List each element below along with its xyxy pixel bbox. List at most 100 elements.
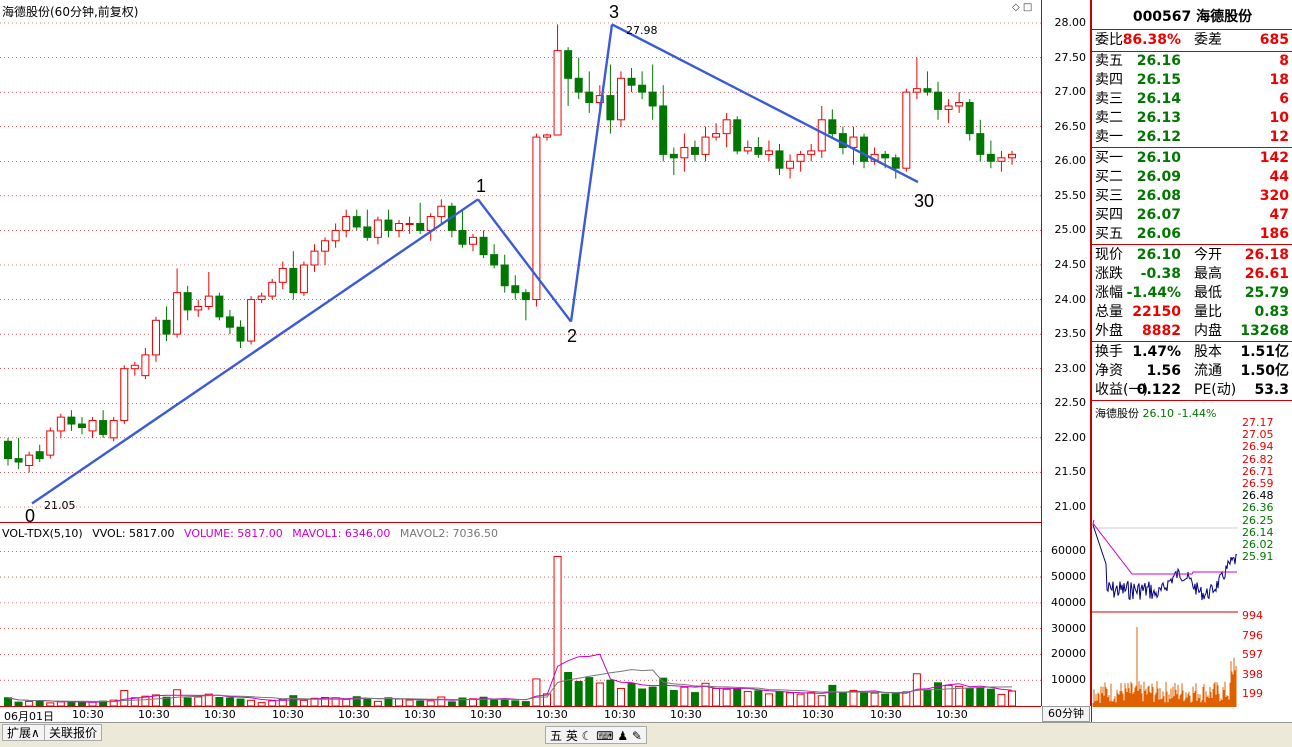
row-label-2: 内盘 [1194, 323, 1222, 339]
row-value: -0.38 [1140, 266, 1181, 282]
row-value-2: 0.83 [1254, 304, 1289, 320]
row-value-2: 47 [1269, 207, 1289, 223]
bid-row: 买三 26.08 320 [1092, 187, 1292, 206]
volume-bar [648, 686, 657, 707]
candle-body [796, 153, 805, 162]
row-value-2: 685 [1259, 32, 1289, 48]
volume-bar [437, 696, 446, 707]
weibi-row: 委比 86.38% 委差 685 [1092, 31, 1292, 50]
volume-bar [363, 698, 372, 707]
mini-price-tick: 27.17 [1242, 416, 1274, 429]
candle-body [638, 84, 647, 93]
candle-body [437, 205, 446, 218]
row-value: 26.12 [1136, 129, 1181, 145]
volume-bar [817, 695, 826, 707]
candle-body [680, 146, 689, 159]
candle-body [500, 264, 509, 287]
candle-body [902, 91, 911, 169]
candle-body [405, 223, 414, 226]
candlestick-svg: 0 1 2 3 30 21.05 27.98 [0, 2, 1041, 523]
candle-body [204, 295, 213, 307]
row-label: 涨跌 [1095, 266, 1123, 282]
period-label[interactable]: 60分钟 [1042, 706, 1090, 722]
row-label: 买五 [1095, 226, 1123, 242]
volume-bar [733, 688, 742, 707]
candle-body [944, 105, 953, 110]
candle-body [173, 292, 182, 335]
mini-price-line [1092, 523, 1238, 601]
row-value-2: 25.79 [1244, 285, 1289, 301]
row-value: 26.16 [1136, 53, 1181, 69]
row-value: 1.56 [1146, 363, 1181, 379]
mini-price-tick: 26.36 [1242, 501, 1274, 515]
candle-body [151, 319, 160, 356]
time-tick: 10:30 [936, 708, 968, 721]
candle-body [4, 440, 12, 460]
bid-row: 买一 26.10 142 [1092, 149, 1292, 168]
candle-body [247, 299, 256, 342]
expand-tab[interactable]: 扩展∧ [2, 724, 45, 741]
time-tick: 10:30 [536, 708, 568, 721]
candle-body [511, 285, 520, 294]
candle-body [701, 136, 710, 155]
time-tick: 10:30 [870, 708, 902, 721]
ask-row: 卖一 26.12 12 [1092, 128, 1292, 147]
candle-body [542, 134, 551, 138]
row-label: 换手 [1095, 344, 1123, 360]
candle-body [722, 119, 731, 135]
row-value: 26.14 [1136, 91, 1181, 107]
high-price-mark: 27.98 [626, 24, 658, 37]
volume-tick: 20000 [1051, 647, 1086, 661]
row-value-2: 13268 [1240, 323, 1289, 339]
price-tick: 25.00 [1054, 223, 1087, 237]
candle-body [299, 264, 308, 294]
row-value-2: 186 [1259, 226, 1289, 242]
row-value-2: 1.50亿 [1240, 363, 1289, 379]
candle-body [469, 236, 478, 245]
volume-tick: 10000 [1051, 673, 1086, 687]
row-value: 26.09 [1136, 169, 1181, 185]
candle-body [215, 295, 224, 318]
row-value-2: 10 [1269, 110, 1289, 126]
row-value-2: 12 [1269, 129, 1289, 145]
volume-bar [194, 696, 203, 707]
volume-bar [838, 692, 847, 707]
candle-body [342, 216, 351, 231]
input-method-toolbar[interactable]: 五 英 ☾ ⌨ ♟ ✎ [545, 726, 647, 744]
volume-bar [986, 688, 995, 707]
volume-bar [722, 688, 731, 707]
volume-bar [997, 693, 1006, 707]
candle-body [764, 150, 773, 155]
volume-bar [564, 671, 573, 707]
candle-body [458, 229, 467, 245]
candle-body [606, 95, 615, 121]
wave-label: 3 [609, 2, 619, 22]
bottom-bar: 扩展∧ 关联报价 五 英 ☾ ⌨ ♟ ✎ [0, 722, 1292, 747]
wave-line [569, 24, 614, 322]
chart-title: 海德股份(60分钟,前复权) [2, 5, 139, 19]
candle-body [490, 254, 499, 266]
candle-body [416, 223, 425, 231]
candle-body [965, 102, 974, 135]
mini-price-tick: 26.94 [1242, 440, 1274, 454]
candle-body [923, 88, 932, 93]
chart-corner-icons[interactable]: ◇ □ [1012, 2, 1032, 13]
price-tick: 22.00 [1054, 430, 1087, 444]
candle-body [955, 102, 964, 107]
row-value: 22150 [1132, 304, 1181, 320]
volume-bar [965, 687, 974, 707]
mini-volume-tick: 796 [1242, 628, 1263, 642]
related-quotes-tab[interactable]: 关联报价 [44, 724, 103, 741]
row-value-2: 1.51亿 [1240, 344, 1289, 360]
row-value: 86.38% [1122, 32, 1181, 48]
mini-price-tick: 25.91 [1242, 550, 1274, 564]
candlestick-chart[interactable]: 0 1 2 3 30 21.05 27.98 海德股份(60分钟,前复权) ◇ □ [0, 0, 1041, 523]
volume-bar [870, 692, 879, 707]
row-label: 买三 [1095, 188, 1123, 204]
candle-body [162, 319, 171, 335]
stat-row: 外盘 8882 内盘 13268 [1092, 322, 1292, 341]
price-tick: 21.00 [1054, 500, 1087, 513]
volume-panel[interactable] [0, 524, 1041, 707]
volume-bar [881, 693, 890, 707]
volume-value: VOLUME: 5817.00 [184, 527, 283, 540]
